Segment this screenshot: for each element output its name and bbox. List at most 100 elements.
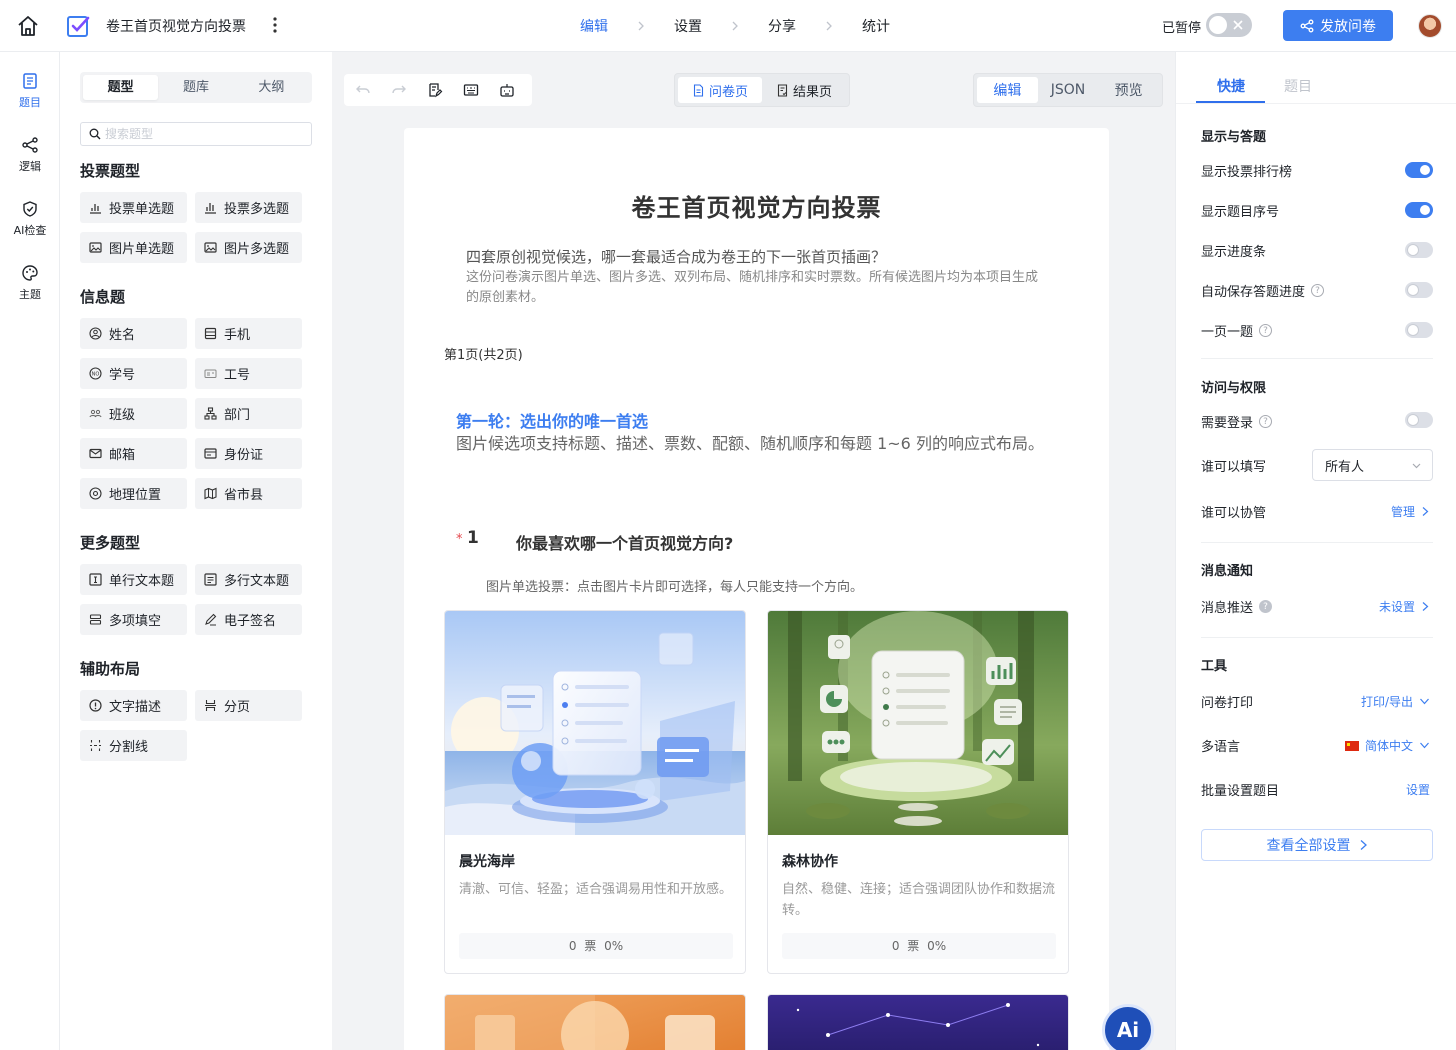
tab-mode-edit[interactable]: 编辑 — [977, 77, 1038, 103]
publish-button[interactable]: 发放问卷 — [1283, 10, 1393, 41]
ai-assistant-button[interactable]: Ai — [1102, 1004, 1154, 1050]
image-option-card[interactable] — [444, 994, 746, 1050]
progress-bar-switch[interactable] — [1405, 242, 1433, 258]
qtype-multi-blank[interactable]: 多项填空 — [80, 604, 187, 635]
avatar[interactable] — [1418, 14, 1442, 38]
qtype-text-desc[interactable]: 文字描述 — [80, 690, 187, 721]
message-push-link[interactable]: 未设置 — [1379, 598, 1430, 615]
tab-question-bank[interactable]: 题库 — [158, 75, 233, 100]
close-icon — [1233, 20, 1243, 30]
undo-icon[interactable] — [352, 79, 374, 101]
rail-item-logic[interactable]: 逻辑 — [0, 136, 60, 174]
pause-status-label: 已暂停 — [1162, 21, 1202, 36]
redo-icon[interactable] — [388, 79, 410, 101]
step-stats[interactable]: 统计 — [862, 16, 890, 36]
rail-item-questions[interactable]: 题目 — [0, 72, 60, 110]
rail-item-ai-check[interactable]: AI检查 — [0, 200, 60, 238]
qtype-image-multi[interactable]: 图片多选题 — [195, 232, 302, 263]
option-votes: 0 票 0% — [782, 933, 1056, 959]
qtype-vote-multi[interactable]: 投票多选题 — [195, 192, 302, 223]
question-title[interactable]: 你最喜欢哪一个首页视觉方向? — [516, 530, 733, 554]
survey-description[interactable]: 四套原创视觉候选，哪一套最适合成为卷王的下一张首页插画？ — [466, 246, 886, 267]
chevron-right-icon — [1360, 840, 1367, 850]
view-all-settings-button[interactable]: 查看全部设置 — [1201, 829, 1433, 861]
batch-settings-link[interactable]: 设置 — [1406, 781, 1430, 798]
qtype-single-line-text[interactable]: 单行文本题 — [80, 564, 187, 595]
app-title: 卷王首页视觉方向投票 — [106, 19, 246, 35]
tab-survey-page[interactable]: 问卷页 — [678, 77, 762, 103]
rail-item-theme[interactable]: 主题 — [0, 264, 60, 302]
qtype-employee-id[interactable]: 工号 — [195, 358, 302, 389]
qtype-name[interactable]: 姓名 — [80, 318, 187, 349]
section-title[interactable]: 第一轮：选出你的唯一首选 — [456, 408, 648, 432]
textarea-icon — [204, 573, 217, 586]
pause-toggle[interactable] — [1206, 13, 1252, 37]
batch-settings-label: 批量设置题目 — [1201, 784, 1280, 799]
step-share[interactable]: 分享 — [768, 16, 796, 36]
question-hint: 图片单选投票：点击图片卡片即可选择，每人只能支持一个方向。 — [486, 580, 864, 595]
qtype-student-id[interactable]: NO 学号 — [80, 358, 187, 389]
edit-page-icon[interactable] — [424, 79, 446, 101]
mail-icon — [89, 448, 102, 459]
language-link[interactable]: 简体中文 — [1344, 737, 1430, 754]
qtype-multi-line-text[interactable]: 多行文本题 — [195, 564, 302, 595]
image-option-card[interactable]: 晨光海岸 清澈、可信、轻盈；适合强调易用性和开放感。 0 票 0% — [444, 610, 746, 974]
qtype-page-break[interactable]: 分页 — [195, 690, 302, 721]
step-settings[interactable]: 设置 — [674, 16, 702, 36]
qtype-id-card[interactable]: 身份证 — [195, 438, 302, 469]
survey-title[interactable]: 卷王首页视觉方向投票 — [404, 188, 1109, 223]
one-per-page-switch[interactable] — [1405, 322, 1433, 338]
autosave-switch[interactable] — [1405, 282, 1433, 298]
multi-field-icon — [89, 614, 102, 625]
vote-bars-icon — [90, 204, 101, 214]
manage-link[interactable]: 管理 — [1391, 503, 1430, 520]
vote-ranking-switch[interactable] — [1405, 162, 1433, 178]
qtype-phone[interactable]: 手机 — [195, 318, 302, 349]
need-login-switch[interactable] — [1405, 412, 1433, 428]
info-icon — [89, 699, 102, 712]
tab-quick[interactable]: 快捷 — [1217, 76, 1245, 96]
more-vertical-icon[interactable] — [266, 14, 284, 36]
qtype-class[interactable]: 班级 — [80, 398, 187, 429]
qtype-email[interactable]: 邮箱 — [80, 438, 187, 469]
vote-bars-icon — [205, 203, 216, 214]
image-option-card[interactable]: 森林协作 自然、稳健、连接；适合强调团队协作和数据流转。 0 票 0% — [767, 610, 1069, 974]
keyboard-icon[interactable] — [460, 79, 482, 101]
setting-progress-label: 显示进度条 — [1201, 245, 1267, 260]
chevron-down-icon — [1412, 463, 1421, 468]
who-can-fill-select[interactable]: 所有人 — [1312, 449, 1433, 481]
document-icon — [693, 83, 704, 97]
qtype-e-signature[interactable]: 电子签名 — [195, 604, 302, 635]
step-edit[interactable]: 编辑 — [580, 16, 608, 36]
tab-question-types[interactable]: 题型 — [83, 75, 159, 100]
section-description[interactable]: 图片候选项支持标题、描述、票数、配额、随机顺序和每题 1~6 列的响应式布局。 — [456, 432, 1056, 456]
survey-subdescription[interactable]: 这份问卷演示图片单选、图片多选、双列布局、随机排序和实时票数。所有候选图片均为本… — [466, 268, 1046, 308]
qtype-location[interactable]: 地理位置 — [80, 478, 187, 509]
group-title-layout: 辅助布局 — [80, 660, 141, 678]
search-input[interactable] — [105, 127, 305, 141]
question-number-switch[interactable] — [1405, 202, 1433, 218]
tab-result-page[interactable]: 结果页 — [762, 77, 846, 103]
language-label: 多语言 — [1201, 740, 1241, 755]
toggle-knob — [1209, 16, 1227, 34]
qtype-divider[interactable]: 分割线 — [80, 730, 187, 761]
help-icon[interactable]: ? — [1259, 600, 1273, 613]
image-option-card[interactable] — [767, 994, 1069, 1050]
help-icon[interactable]: ? — [1259, 415, 1273, 428]
tab-outline[interactable]: 大纲 — [234, 75, 309, 100]
divider — [1201, 358, 1433, 359]
home-icon[interactable] — [16, 14, 40, 38]
qtype-vote-single[interactable]: 投票单选题 — [80, 192, 187, 223]
qtype-province-city[interactable]: 省市县 — [195, 478, 302, 509]
section-notify: 消息通知 — [1201, 564, 1254, 579]
tab-mode-preview[interactable]: 预览 — [1098, 77, 1159, 103]
qtype-image-single[interactable]: 图片单选题 — [80, 232, 187, 263]
help-icon[interactable]: ? — [1259, 324, 1273, 337]
tab-question[interactable]: 题目 — [1284, 76, 1312, 96]
print-export-link[interactable]: 打印/导出 — [1361, 693, 1430, 710]
tab-mode-json[interactable]: JSON — [1038, 77, 1099, 103]
help-icon[interactable]: ? — [1311, 284, 1325, 297]
qtype-department[interactable]: 部门 — [195, 398, 302, 429]
chevron-down-icon — [1420, 698, 1429, 705]
theme-bot-icon[interactable] — [496, 79, 518, 101]
